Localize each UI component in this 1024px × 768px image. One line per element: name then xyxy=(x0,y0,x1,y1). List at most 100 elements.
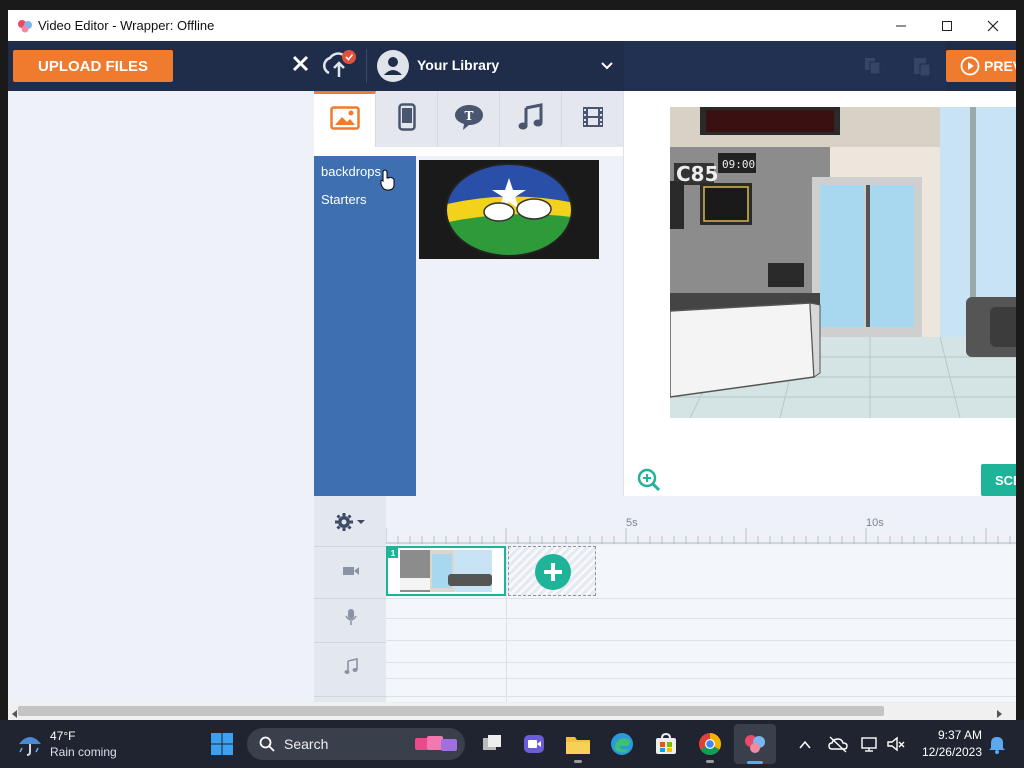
divider xyxy=(314,598,386,599)
timeline: 5s 10s 1 xyxy=(314,496,1016,706)
timeline-ruler: 5s 10s xyxy=(386,496,1016,544)
tab-video[interactable] xyxy=(562,91,624,147)
search-box[interactable]: Search xyxy=(247,728,465,760)
window-title: Video Editor - Wrapper: Offline xyxy=(38,18,215,33)
hand-cursor-icon xyxy=(380,169,396,191)
music-track-icon xyxy=(344,658,358,674)
divider xyxy=(506,546,507,706)
paste-icon[interactable] xyxy=(910,55,932,77)
stage-area: C85 09:00 SC xyxy=(623,91,1016,496)
category-list: backdrops Starters xyxy=(314,156,416,496)
divider xyxy=(314,642,386,643)
tab-music[interactable] xyxy=(500,91,562,147)
asset-thumbnails xyxy=(416,156,623,496)
chevron-up-icon[interactable] xyxy=(798,738,812,750)
preview-button[interactable]: PREV xyxy=(946,50,1016,82)
toolbar-right-area xyxy=(624,41,946,91)
notification-bell-icon[interactable] xyxy=(988,734,1006,754)
copy-icon[interactable] xyxy=(862,55,884,77)
tab-text[interactable]: T xyxy=(438,91,500,147)
speech-bubble-icon: T xyxy=(453,103,485,136)
left-panel xyxy=(8,91,314,706)
upload-files-button[interactable]: UPLOAD FILES xyxy=(13,50,173,82)
chrome-browser-icon[interactable] xyxy=(696,730,724,758)
search-highlight-icon xyxy=(413,734,459,754)
running-indicator xyxy=(574,760,582,763)
active-indicator xyxy=(747,761,763,764)
network-icon[interactable] xyxy=(860,735,880,753)
divider xyxy=(386,618,1016,619)
scene-clip-thumbnail xyxy=(400,550,492,592)
flag-ball-image xyxy=(445,163,573,257)
stage-canvas[interactable]: C85 09:00 xyxy=(670,107,1016,418)
ruler-ticks xyxy=(386,528,1011,544)
search-label: Search xyxy=(284,736,329,752)
scene-clip[interactable]: 1 xyxy=(386,546,506,596)
tab-phone[interactable] xyxy=(376,91,438,147)
divider xyxy=(386,640,1016,641)
gate-sign-time: 09:00 xyxy=(722,158,755,171)
horizontal-scrollbar[interactable] xyxy=(8,702,1016,720)
timeline-track-headers xyxy=(314,496,386,706)
edge-browser-icon[interactable] xyxy=(608,730,636,758)
backdrop-thumbnail[interactable] xyxy=(419,160,599,259)
divider xyxy=(386,678,1016,679)
divider xyxy=(366,49,367,83)
ruler-label-5s: 5s xyxy=(626,517,638,529)
top-toolbar: UPLOAD FILES Your Library PREV xyxy=(8,41,1016,91)
close-window-button[interactable] xyxy=(970,10,1016,41)
chevron-down-icon[interactable] xyxy=(600,59,614,73)
microphone-icon xyxy=(344,608,358,626)
add-scene-slot[interactable] xyxy=(508,546,596,596)
category-starters[interactable]: Starters xyxy=(321,192,367,207)
video-editor-app-icon[interactable] xyxy=(741,730,769,758)
taskbar: 47°F Rain coming Search 9:37 AM 12/26/20… xyxy=(0,720,1024,768)
airport-scene-backdrop: C85 09:00 xyxy=(670,107,1016,418)
clock-date[interactable]: 12/26/2023 xyxy=(906,745,982,759)
title-bar: Video Editor - Wrapper: Offline xyxy=(8,10,1016,41)
scrollbar-thumb[interactable] xyxy=(18,706,884,716)
running-indicator xyxy=(706,760,714,763)
weather-temp: 47°F xyxy=(50,729,76,743)
close-panel-icon[interactable] xyxy=(290,53,312,75)
minimize-button[interactable] xyxy=(878,10,924,41)
category-backdrops[interactable]: backdrops xyxy=(321,164,381,179)
preview-label: PREV xyxy=(984,58,1016,74)
settings-gear-icon[interactable] xyxy=(334,512,366,532)
app-window: Video Editor - Wrapper: Offline UPLOAD F… xyxy=(8,10,1016,720)
scene-button[interactable]: SCE xyxy=(981,464,1016,496)
tab-spacer xyxy=(314,147,624,156)
timeline-tracks: 1 xyxy=(386,546,1016,706)
phone-icon xyxy=(397,102,416,136)
file-explorer-icon[interactable] xyxy=(564,730,592,758)
divider xyxy=(386,696,1016,697)
divider xyxy=(386,598,1016,599)
app-logo-icon xyxy=(16,17,34,35)
music-note-icon xyxy=(518,102,544,136)
microsoft-store-icon[interactable] xyxy=(652,730,680,758)
tab-image[interactable] xyxy=(314,91,376,147)
svg-text:T: T xyxy=(464,109,473,123)
library-selector-label[interactable]: Your Library xyxy=(417,57,499,73)
task-view-icon[interactable] xyxy=(478,730,506,758)
windows-start-icon[interactable] xyxy=(208,730,236,758)
divider xyxy=(314,546,386,547)
scene-number-badge: 1 xyxy=(388,548,398,558)
maximize-button[interactable] xyxy=(924,10,970,41)
onedrive-offline-icon[interactable] xyxy=(828,735,848,753)
scroll-right-arrow-icon[interactable] xyxy=(994,706,1004,718)
search-icon xyxy=(259,736,275,752)
cloud-upload-icon[interactable] xyxy=(320,49,356,81)
play-icon xyxy=(960,56,980,76)
divider xyxy=(314,696,386,697)
zoom-in-icon[interactable] xyxy=(636,467,662,493)
image-icon xyxy=(329,106,360,135)
video-chat-icon[interactable] xyxy=(520,730,548,758)
weather-desc: Rain coming xyxy=(50,745,117,759)
add-scene-plus-icon[interactable] xyxy=(535,554,571,590)
video-camera-icon xyxy=(342,564,360,578)
clock-time[interactable]: 9:37 AM xyxy=(918,728,982,742)
volume-muted-icon[interactable] xyxy=(886,735,906,753)
ruler-label-10s: 10s xyxy=(866,517,884,529)
rain-umbrella-icon[interactable] xyxy=(16,730,44,758)
